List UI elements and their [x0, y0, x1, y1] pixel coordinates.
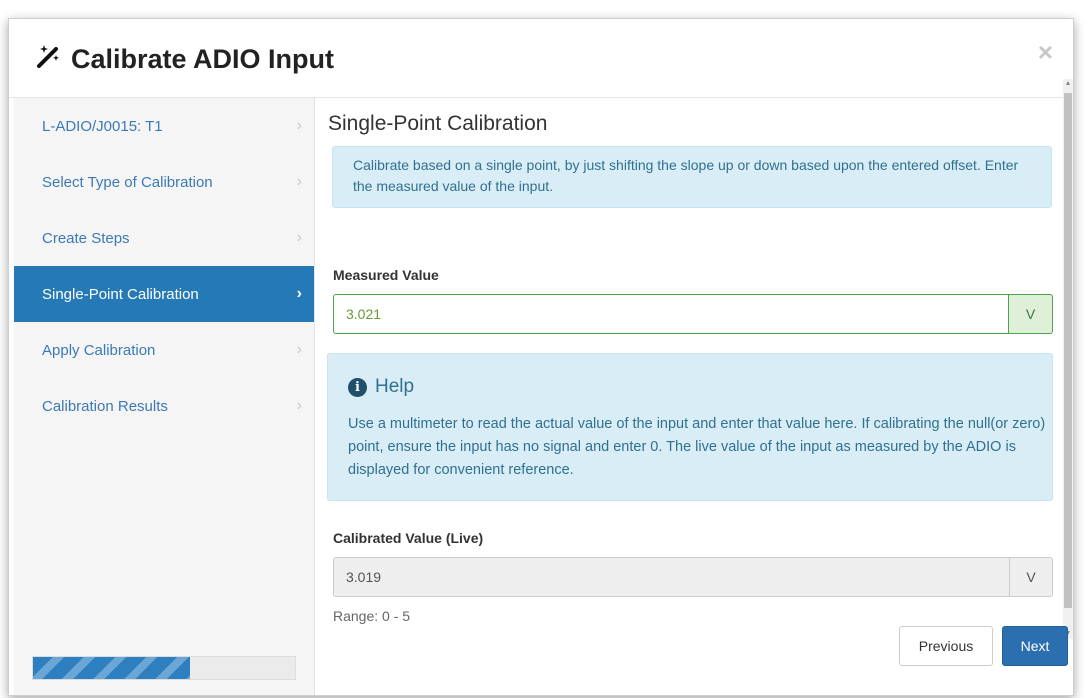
content-scrollbar[interactable]: ▲ ▼	[1063, 79, 1073, 639]
progress-fill	[33, 657, 191, 679]
chevron-right-icon: ›	[296, 397, 302, 414]
calibrate-modal: Calibrate ADIO Input × L-ADIO/J0015: T1 …	[8, 18, 1074, 696]
next-button[interactable]: Next	[1002, 626, 1068, 666]
sidebar-item-label: Calibration Results	[42, 397, 168, 415]
sidebar-item-single-point[interactable]: Single-Point Calibration ›	[14, 266, 314, 322]
calibrated-value-input	[333, 557, 1009, 597]
measured-unit-addon: V	[1009, 294, 1053, 334]
info-circle-icon: i	[348, 377, 367, 397]
help-panel: i Help Use a multimeter to read the actu…	[327, 353, 1053, 501]
calibrated-unit-addon: V	[1009, 557, 1053, 597]
info-alert: Calibrate based on a single point, by ju…	[332, 146, 1052, 208]
previous-button[interactable]: Previous	[899, 626, 993, 666]
calibrated-value-label: Calibrated Value (Live)	[333, 530, 484, 546]
sidebar-item-label: Single-Point Calibration	[42, 285, 199, 303]
sidebar-item-label: L-ADIO/J0015: T1	[42, 117, 163, 135]
chevron-right-icon: ›	[296, 285, 302, 302]
section-title: Single-Point Calibration	[328, 112, 548, 135]
calibrated-value-group: V	[333, 557, 1053, 597]
measured-value-label: Measured Value	[333, 267, 439, 283]
sidebar-item-label: Select Type of Calibration	[42, 173, 213, 191]
sidebar-item-create-steps[interactable]: Create Steps ›	[14, 210, 314, 266]
chevron-right-icon: ›	[296, 341, 302, 358]
range-text: Range: 0 - 5	[333, 608, 411, 624]
wizard-content: Single-Point Calibration Calibrate based…	[315, 98, 1067, 695]
chevron-right-icon: ›	[296, 229, 302, 246]
help-title-text: Help	[375, 376, 415, 397]
modal-header: Calibrate ADIO Input ×	[9, 19, 1073, 98]
scroll-up-icon[interactable]: ▲	[1063, 79, 1073, 89]
scroll-thumb[interactable]	[1064, 93, 1072, 608]
measured-value-group: V	[333, 294, 1053, 334]
measured-value-input[interactable]	[333, 294, 1009, 334]
chevron-right-icon: ›	[296, 117, 302, 134]
magic-wand-icon	[35, 43, 61, 76]
help-text: Use a multimeter to read the actual valu…	[348, 416, 1046, 478]
sidebar-item-device[interactable]: L-ADIO/J0015: T1 ›	[14, 98, 314, 154]
wizard-sidebar: L-ADIO/J0015: T1 › Select Type of Calibr…	[14, 98, 315, 695]
chevron-right-icon: ›	[296, 173, 302, 190]
sidebar-item-label: Create Steps	[42, 229, 130, 247]
sidebar-item-select-type[interactable]: Select Type of Calibration ›	[14, 154, 314, 210]
modal-title: Calibrate ADIO Input	[35, 43, 334, 76]
wizard-progress-bar	[32, 656, 296, 680]
close-icon[interactable]: ×	[1038, 39, 1053, 65]
modal-title-text: Calibrate ADIO Input	[71, 44, 335, 74]
sidebar-item-results[interactable]: Calibration Results ›	[14, 378, 314, 434]
sidebar-item-label: Apply Calibration	[42, 341, 156, 359]
sidebar-item-apply[interactable]: Apply Calibration ›	[14, 322, 314, 378]
help-title: i Help	[348, 376, 414, 398]
